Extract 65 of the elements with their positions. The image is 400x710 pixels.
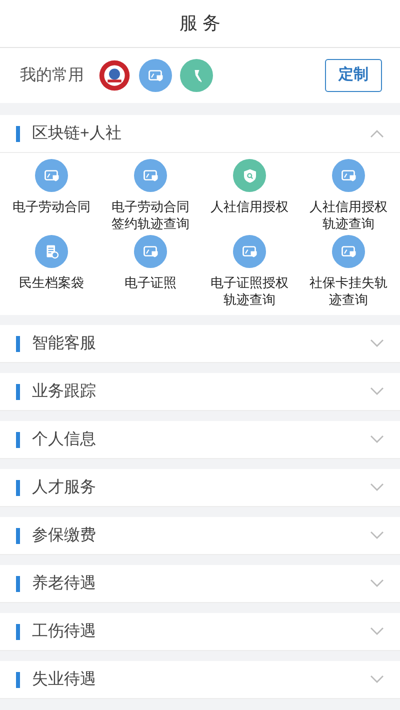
section-title: 工伤待遇 <box>32 622 96 642</box>
chevron-down-icon <box>370 339 384 348</box>
service-item[interactable]: 人社信用授权 <box>200 159 299 235</box>
accent-bar <box>16 336 20 352</box>
section-title: 区块链+人社 <box>32 124 122 144</box>
section-header[interactable]: 人才服务 <box>0 469 400 507</box>
id-card-icon[interactable] <box>139 59 172 92</box>
chevron-down-icon <box>370 435 384 444</box>
service-item[interactable]: 社保卡挂失轨迹查询 <box>299 235 398 311</box>
chevron-down-icon <box>370 531 384 540</box>
service-item[interactable]: 电子劳动合同 <box>2 159 101 235</box>
section-header[interactable]: 失业待遇 <box>0 661 400 699</box>
id-card-icon <box>134 159 167 192</box>
service-label: 人社信用授权轨迹查询 <box>308 198 388 232</box>
accent-bar <box>16 480 20 496</box>
accent-bar <box>16 576 20 592</box>
section-title: 智能客服 <box>32 334 96 354</box>
section-header[interactable]: 区块链+人社 <box>0 115 400 153</box>
accent-bar <box>16 432 20 448</box>
service-label: 民生档案袋 <box>18 274 85 291</box>
emblem-icon[interactable] <box>98 59 131 92</box>
document-icon <box>35 235 68 268</box>
section-title: 人才服务 <box>32 478 96 498</box>
customize-button[interactable]: 定制 <box>325 59 382 92</box>
service-label: 电子证照授权轨迹查询 <box>210 274 290 308</box>
section-header[interactable]: 业务跟踪 <box>0 373 400 411</box>
accent-bar <box>16 126 20 142</box>
page-title: 服 务 <box>179 12 220 35</box>
accent-bar <box>16 384 20 400</box>
id-card-icon <box>332 159 365 192</box>
service-item[interactable]: 电子证照授权轨迹查询 <box>200 235 299 311</box>
id-card-icon <box>134 235 167 268</box>
service-item[interactable]: 电子证照 <box>101 235 200 311</box>
id-card-icon <box>332 235 365 268</box>
shield-search-icon <box>233 159 266 192</box>
section-title: 业务跟踪 <box>32 382 96 402</box>
id-card-icon <box>233 235 266 268</box>
favorites-label: 我的常用 <box>20 66 84 86</box>
section-header[interactable]: 参保缴费 <box>0 517 400 555</box>
service-label: 电子证照 <box>124 274 178 291</box>
section-title: 个人信息 <box>32 430 96 450</box>
service-item[interactable]: 民生档案袋 <box>2 235 101 311</box>
service-label: 电子劳动合同签约轨迹查询 <box>110 198 190 232</box>
section-header[interactable]: 个人信息 <box>0 421 400 459</box>
service-label: 电子劳动合同 <box>12 198 92 215</box>
service-item[interactable]: 电子劳动合同签约轨迹查询 <box>101 159 200 235</box>
chevron-down-icon <box>370 387 384 396</box>
chevron-down-icon <box>370 627 384 636</box>
section-title: 养老待遇 <box>32 574 96 594</box>
accent-bar <box>16 624 20 640</box>
accent-bar <box>16 528 20 544</box>
service-label: 人社信用授权 <box>210 198 290 215</box>
accent-bar <box>16 672 20 688</box>
section-title: 参保缴费 <box>32 526 96 546</box>
section-title: 失业待遇 <box>32 670 96 690</box>
chevron-down-icon <box>370 675 384 684</box>
chevron-down-icon <box>370 579 384 588</box>
section-header[interactable]: 智能客服 <box>0 325 400 363</box>
service-label: 社保卡挂失轨迹查询 <box>308 274 388 308</box>
chevron-up-icon <box>370 129 384 138</box>
section-header[interactable]: 养老待遇 <box>0 565 400 603</box>
section-header[interactable]: 工伤待遇 <box>0 613 400 651</box>
id-card-icon <box>35 159 68 192</box>
service-item[interactable]: 人社信用授权轨迹查询 <box>299 159 398 235</box>
chevron-down-icon <box>370 483 384 492</box>
